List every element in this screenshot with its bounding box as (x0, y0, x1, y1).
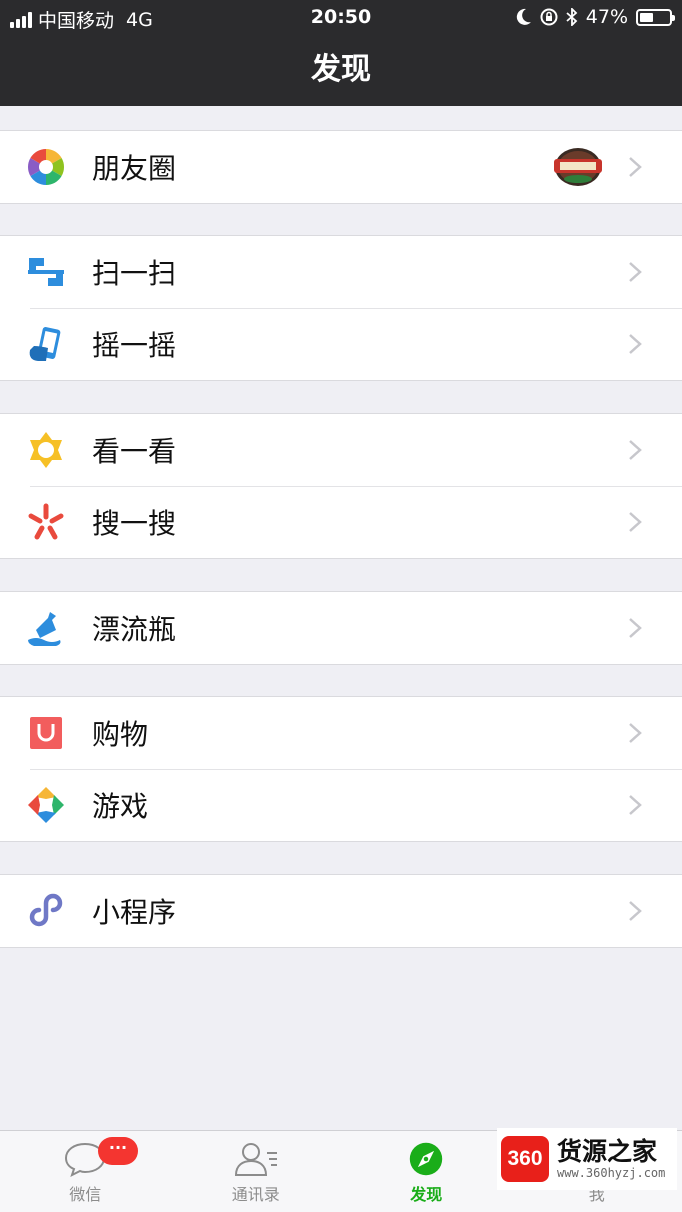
tab-chats[interactable]: 微信 ··· (0, 1131, 171, 1212)
watermark-url: www.360hyzj.com (557, 1166, 666, 1180)
chevron-right-icon (624, 156, 646, 178)
menu-item-search[interactable]: 搜一搜 (0, 486, 682, 558)
chevron-right-icon (624, 333, 646, 355)
moments-icon (26, 147, 66, 187)
unread-badge: ··· (98, 1137, 138, 1165)
menu-group-shop-games: 购物 游戏 (0, 696, 682, 842)
menu-group-scan-shake: 扫一扫 摇一摇 (0, 235, 682, 381)
battery-icon (636, 8, 675, 26)
battery-percent: 47% (585, 6, 628, 28)
search-icon (26, 502, 66, 542)
menu-item-label: 摇一摇 (92, 329, 177, 362)
chevron-right-icon (624, 261, 646, 283)
chevron-right-icon (624, 900, 646, 922)
drift-bottle-icon (26, 608, 66, 648)
top-stories-icon (26, 430, 66, 470)
menu-item-label: 搜一搜 (92, 507, 177, 540)
menu-item-label: 游戏 (92, 790, 149, 823)
watermark: 360 货源之家 www.360hyzj.com (497, 1128, 677, 1190)
contacts-icon (234, 1143, 277, 1176)
bluetooth-icon (566, 8, 578, 26)
status-right: 47% (516, 6, 675, 28)
chevron-right-icon (624, 617, 646, 639)
games-icon (26, 785, 66, 825)
status-bar: 中国移动 4G 20:50 47% (0, 0, 682, 34)
menu-item-label: 小程序 (92, 896, 177, 929)
watermark-title: 货源之家 (557, 1137, 658, 1166)
tab-label: 发现 (410, 1185, 443, 1204)
menu-item-mini-programs[interactable]: 小程序 (0, 875, 682, 947)
menu-group-moments: 朋友圈 (0, 130, 682, 204)
menu-item-moments[interactable]: 朋友圈 (0, 131, 682, 203)
watermark-logo: 360 (501, 1136, 549, 1182)
menu-item-label: 朋友圈 (92, 152, 177, 185)
moon-icon (516, 8, 531, 25)
mini-programs-icon (26, 891, 66, 931)
chevron-right-icon (624, 511, 646, 533)
chevron-right-icon (624, 722, 646, 744)
menu-item-scan[interactable]: 扫一扫 (0, 236, 682, 308)
tab-contacts[interactable]: 通讯录 (171, 1131, 342, 1212)
menu-group-mini-programs: 小程序 (0, 874, 682, 948)
watermark-text: 货源之家 www.360hyzj.com (557, 1137, 666, 1181)
menu-item-label: 漂流瓶 (92, 613, 177, 646)
nav-bar: 发现 (0, 34, 682, 106)
menu-group-look-search: 看一看 搜一搜 (0, 413, 682, 559)
page-title: 发现 (311, 52, 371, 87)
menu-item-label: 看一看 (92, 435, 177, 468)
menu-item-label: 购物 (92, 718, 149, 751)
menu-item-label: 扫一扫 (92, 257, 177, 290)
scan-icon (26, 252, 66, 292)
menu-item-shake[interactable]: 摇一摇 (0, 308, 682, 380)
menu-item-games[interactable]: 游戏 (0, 769, 682, 841)
menu-group-drift-bottle: 漂流瓶 (0, 591, 682, 665)
tab-label: 通讯录 (231, 1185, 280, 1204)
menu-item-shopping[interactable]: 购物 (0, 697, 682, 769)
rotation-lock-icon (540, 8, 558, 26)
chevron-right-icon (624, 439, 646, 461)
tab-label: 微信 (69, 1185, 102, 1204)
menu-item-top-stories[interactable]: 看一看 (0, 414, 682, 486)
shake-icon (26, 324, 66, 364)
tab-discover[interactable]: 发现 (341, 1131, 512, 1212)
chevron-right-icon (624, 794, 646, 816)
moments-thumbnail (552, 146, 604, 188)
menu-item-drift-bottle[interactable]: 漂流瓶 (0, 592, 682, 664)
shopping-icon (26, 713, 66, 753)
compass-icon (410, 1142, 443, 1176)
